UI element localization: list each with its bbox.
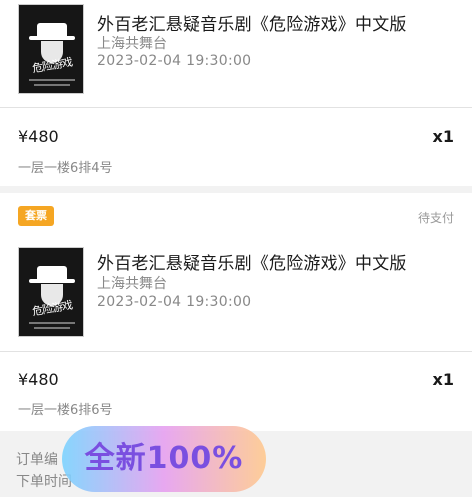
event-venue: 上海共舞台 — [97, 36, 167, 52]
price-row-1: ¥480 x1 一层一楼6排4号 — [0, 107, 472, 186]
poster-hat-graphic — [37, 23, 67, 37]
ticket-quantity: x1 — [432, 370, 454, 389]
ticket-price: ¥480 — [18, 370, 59, 389]
ticket-quantity: x1 — [432, 127, 454, 146]
event-row-2[interactable]: 危险游戏 外百老汇悬疑音乐剧《危险游戏》中文版 上海共舞台 2023-02-04… — [0, 233, 472, 351]
poster-hat-brim — [29, 279, 75, 283]
order-header-2: 套票 待支付 — [0, 193, 472, 233]
event-poster: 危险游戏 — [18, 4, 84, 94]
poster-title: 危险游戏 — [31, 298, 73, 319]
seat-info: 一层一楼6排4号 — [18, 161, 113, 176]
event-title: 外百老汇悬疑音乐剧《危险游戏》中文版 — [97, 15, 407, 35]
poster-line — [29, 79, 75, 81]
poster-hat-brim — [29, 36, 75, 40]
package-ticket-badge: 套票 — [18, 206, 54, 226]
event-datetime: 2023-02-04 19:30:00 — [97, 53, 252, 69]
poster-line — [29, 322, 75, 324]
event-row-1[interactable]: 危险游戏 外百老汇悬疑音乐剧《危险游戏》中文版 上海共舞台 2023-02-04… — [0, 0, 472, 107]
poster-title: 危险游戏 — [31, 55, 73, 76]
condition-watermark: 全新100% — [62, 426, 266, 492]
order-number-label: 订单编 — [16, 452, 58, 468]
condition-watermark-text: 全新100% — [84, 441, 244, 476]
event-venue: 上海共舞台 — [97, 276, 167, 292]
poster-line — [34, 327, 70, 329]
poster-hat-graphic — [37, 266, 67, 280]
seat-info: 一层一楼6排6号 — [18, 403, 113, 418]
event-poster: 危险游戏 — [18, 247, 84, 337]
poster-line — [34, 84, 70, 86]
order-status: 待支付 — [417, 211, 454, 225]
ticket-price: ¥480 — [18, 127, 59, 146]
price-row-2: ¥480 x1 一层一楼6排6号 — [0, 351, 472, 431]
event-title: 外百老汇悬疑音乐剧《危险游戏》中文版 — [97, 254, 407, 274]
event-datetime: 2023-02-04 19:30:00 — [97, 294, 252, 310]
